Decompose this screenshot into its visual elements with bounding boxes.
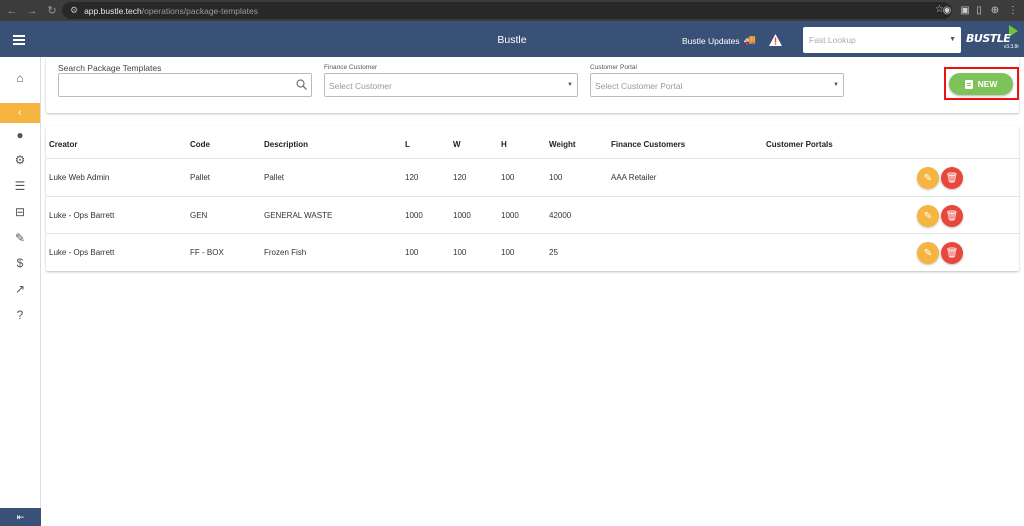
fast-lookup-select[interactable]: Fast Lookup ▼	[803, 27, 961, 53]
column-header-l: L	[405, 140, 410, 149]
cell-creator: Luke - Ops Barrett	[49, 211, 115, 220]
cell-description: Frozen Fish	[264, 248, 307, 257]
edit-pencil-icon[interactable]: ✎	[917, 167, 939, 189]
reload-icon[interactable]: ↻	[44, 3, 60, 19]
cell-h: 1000	[501, 211, 519, 220]
clipboard-icon	[964, 79, 973, 89]
table-row[interactable]: Luke - Ops Barrett GEN GENERAL WASTE 100…	[46, 196, 1019, 234]
cell-creator: Luke - Ops Barrett	[49, 248, 115, 257]
search-input[interactable]	[58, 73, 312, 97]
edit-pencil-icon[interactable]: ✎	[917, 242, 939, 264]
cell-description: Pallet	[264, 173, 285, 182]
new-button[interactable]: NEW	[949, 73, 1013, 95]
chevron-down-icon: ▼	[949, 36, 956, 43]
cell-creator: Luke Web Admin	[49, 173, 110, 182]
dollar-icon[interactable]: $	[0, 253, 40, 273]
bustle-updates-label: Bustle Updates	[682, 35, 740, 46]
delete-trash-icon[interactable]: 🗑	[941, 167, 963, 189]
extension-icon[interactable]: ◉	[940, 3, 954, 17]
list-icon[interactable]: ☰	[0, 176, 40, 196]
cell-weight: 42000	[549, 211, 572, 220]
wrench-icon[interactable]: ✎	[0, 228, 40, 248]
sidepanel-icon[interactable]: ▯	[972, 3, 986, 17]
cell-l: 1000	[405, 211, 423, 220]
brand-logo: BUSTLE v3.3.8r	[964, 25, 1022, 53]
search-label: Search Package Templates	[58, 63, 162, 73]
sidebar: ⌂ ‹ ● ⚙ ☰ ⊟ ✎ $ ↗ ? ⇤	[0, 57, 41, 526]
logout-icon[interactable]: ⇤	[0, 508, 41, 526]
address-bar[interactable]: ⚙ app.bustle.tech/operations/package-tem…	[62, 2, 952, 19]
cell-l: 100	[405, 248, 419, 257]
fast-lookup-placeholder: Fast Lookup	[809, 35, 856, 45]
finance-customer-label: Finance Customer	[324, 64, 378, 71]
truck-icon: 🚚	[743, 35, 757, 46]
column-header-w: W	[453, 140, 461, 149]
edit-pencil-icon[interactable]: ✎	[917, 205, 939, 227]
customer-portal-placeholder: Select Customer Portal	[595, 81, 683, 91]
cell-w: 100	[453, 248, 467, 257]
column-header-creator: Creator	[49, 140, 78, 149]
cell-w: 1000	[453, 211, 471, 220]
site-settings-icon[interactable]: ⚙	[70, 5, 78, 16]
cell-weight: 100	[549, 173, 563, 182]
extensions-puzzle-icon[interactable]: ▣	[958, 3, 972, 17]
brand-version: v3.3.8r	[1003, 44, 1019, 50]
collapse-chevron-left-icon[interactable]: ‹	[0, 103, 40, 123]
app-header: Bustle Bustle Updates 🚚 Fast Lookup ▼ BU…	[0, 21, 1024, 57]
customer-portal-select[interactable]: Select Customer Portal ▼	[590, 73, 844, 97]
url-host: app.bustle.tech	[84, 5, 142, 16]
cell-w: 120	[453, 173, 467, 182]
chevron-down-icon: ▼	[833, 82, 839, 88]
cell-code: GEN	[190, 211, 208, 220]
cell-code: Pallet	[190, 173, 211, 182]
column-header-code: Code	[190, 140, 210, 149]
cell-finance-customers: AAA Retailer	[611, 173, 657, 182]
chevron-down-icon: ▼	[567, 82, 573, 88]
filter-card: Search Package Templates Finance Custome…	[46, 57, 1019, 113]
table-row[interactable]: Luke - Ops Barrett FF - BOX Frozen Fish …	[46, 233, 1019, 271]
cell-l: 120	[405, 173, 419, 182]
cell-h: 100	[501, 173, 515, 182]
cell-weight: 25	[549, 248, 558, 257]
home-icon[interactable]: ⌂	[0, 68, 40, 88]
column-header-finance-customers: Finance Customers	[611, 140, 686, 149]
logo-triangle-icon	[1009, 25, 1018, 37]
browser-menu-icon[interactable]: ⋮	[1006, 3, 1020, 17]
package-templates-table: Creator Code Description L W H Weight Fi…	[46, 126, 1019, 271]
alert-triangle-icon[interactable]	[769, 34, 782, 46]
column-header-h: H	[501, 140, 507, 149]
column-header-customer-portals: Customer Portals	[766, 140, 833, 149]
bustle-updates-link[interactable]: Bustle Updates 🚚	[682, 35, 756, 46]
cell-h: 100	[501, 248, 515, 257]
browser-toolbar: ← → ↻ ⚙ app.bustle.tech/operations/packa…	[0, 0, 1024, 21]
column-header-weight: Weight	[549, 140, 576, 149]
help-icon[interactable]: ?	[0, 305, 40, 325]
back-arrow-icon[interactable]: ←	[4, 3, 20, 19]
chart-line-icon[interactable]: ↗	[0, 279, 40, 299]
customer-portal-label: Customer Portal	[590, 64, 637, 71]
delete-trash-icon[interactable]: 🗑	[941, 242, 963, 264]
forward-arrow-icon[interactable]: →	[24, 3, 40, 19]
bed-icon[interactable]: ⊟	[0, 202, 40, 222]
finance-customer-placeholder: Select Customer	[329, 81, 392, 91]
new-button-label: NEW	[977, 79, 998, 89]
search-icon[interactable]	[296, 79, 307, 90]
url-path: /operations/package-templates	[141, 5, 258, 16]
table-row[interactable]: Luke Web Admin Pallet Pallet 120 120 100…	[46, 158, 1019, 196]
column-header-description: Description	[264, 140, 309, 149]
user-icon[interactable]: ●	[0, 125, 40, 145]
cell-description: GENERAL WASTE	[264, 211, 333, 220]
delete-trash-icon[interactable]: 🗑	[941, 205, 963, 227]
packages-icon[interactable]: ⚙	[0, 150, 40, 170]
hamburger-menu-icon[interactable]	[13, 35, 25, 47]
cell-code: FF - BOX	[190, 248, 224, 257]
finance-customer-select[interactable]: Select Customer ▼	[324, 73, 578, 97]
profile-avatar-icon[interactable]: ⊕	[988, 3, 1002, 17]
